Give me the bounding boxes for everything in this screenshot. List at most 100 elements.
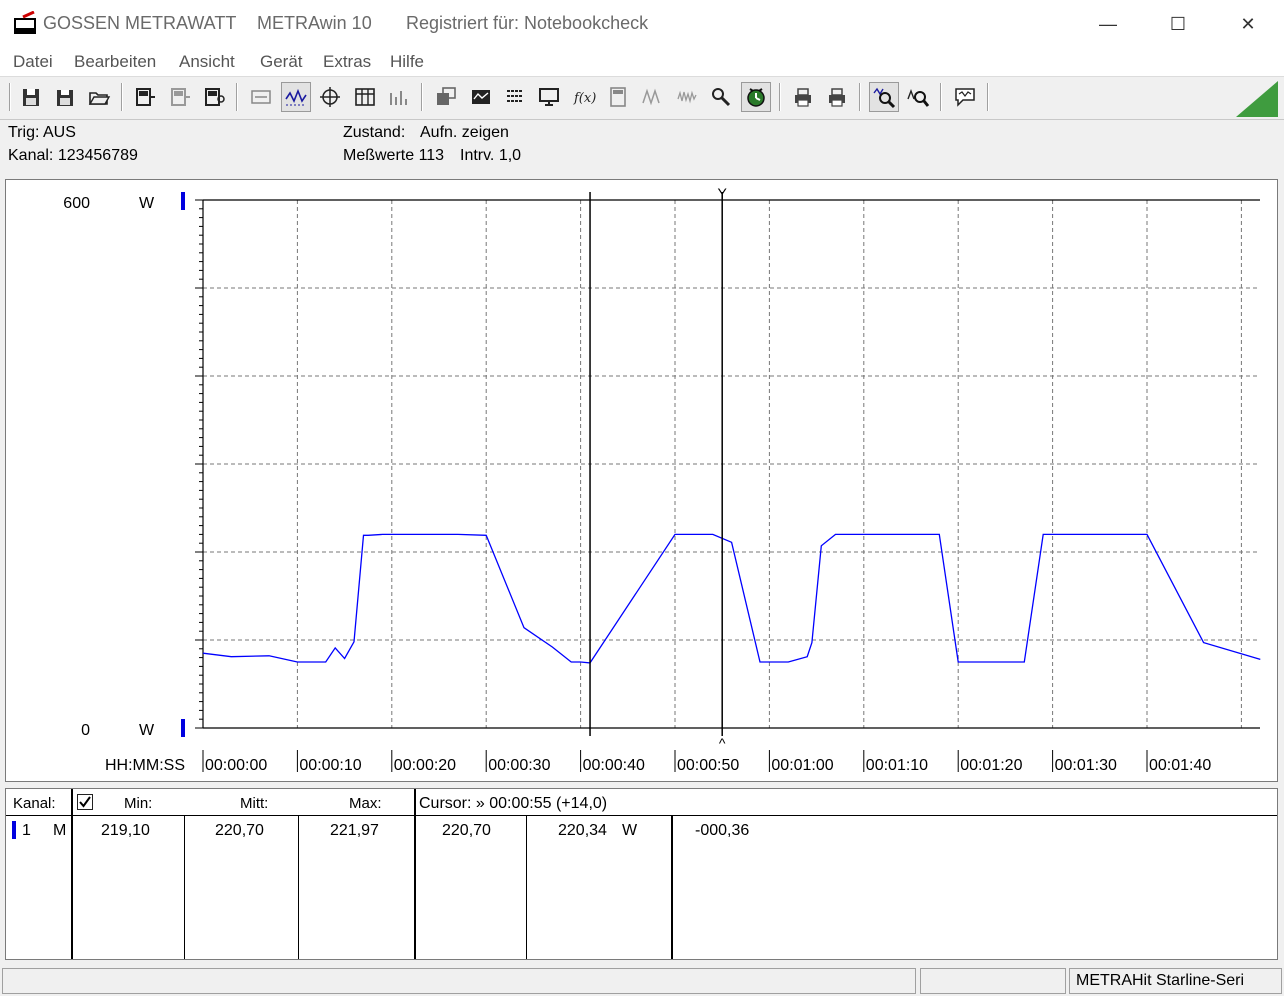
y-axis-max-label: 600 — [63, 195, 90, 212]
zoom-waveform-icon[interactable] — [869, 82, 899, 112]
toolbar-separator — [987, 83, 989, 111]
y-axis-top-marker — [181, 192, 185, 210]
channel-list: Kanal: 123456789 — [8, 147, 138, 164]
x-tick-label: 00:01:40 — [1149, 757, 1211, 774]
power-chart[interactable]: 600 0 W W HH:MM:SS 00:00:00 00:00:10 00:00… — [6, 180, 1277, 781]
min-value: 219,10 — [101, 822, 150, 839]
table-divider — [414, 789, 416, 959]
time-format-label: HH:MM:SS — [105, 757, 185, 774]
toolbar-separator — [421, 83, 423, 111]
printer-icon[interactable] — [822, 82, 852, 112]
device-config-icon[interactable] — [199, 82, 229, 112]
cursor1-value: 220,70 — [442, 822, 491, 839]
bar-view-icon[interactable] — [384, 82, 414, 112]
x-tick-label: 00:01:00 — [771, 757, 833, 774]
menu-ansicht[interactable]: Ansicht — [179, 52, 235, 72]
trigger-status: Trig: AUS — [8, 124, 76, 141]
app-title: METRAwin 10 — [257, 13, 372, 33]
brand-title: GOSSEN METRAWATT — [43, 13, 237, 33]
max-value: 221,97 — [330, 822, 379, 839]
chart-panel[interactable]: 600 0 W W HH:MM:SS 00:00:00 00:00:10 00:00… — [5, 179, 1278, 782]
toolbar: f(x) — [0, 77, 1284, 120]
cursor-marker-bottom: ^ — [719, 735, 726, 751]
save-as-disk-icon[interactable] — [50, 82, 80, 112]
cursor-marker-top: Y — [718, 185, 728, 201]
mitt-header: Mitt: — [240, 795, 269, 812]
monitor-icon[interactable] — [534, 82, 564, 112]
toolbar-separator — [9, 83, 11, 111]
x-tick-label: 00:01:20 — [960, 757, 1022, 774]
maximize-button[interactable]: ☐ — [1143, 0, 1213, 48]
crosshair-cursor-icon[interactable] — [315, 82, 345, 112]
menu-bar: Datei Bearbeiten Ansicht Gerät Extras Hi… — [0, 48, 1284, 77]
cursor2-value: 220,34 — [558, 822, 607, 839]
multi-window-icon[interactable] — [431, 82, 461, 112]
zoom-search-icon[interactable] — [903, 82, 933, 112]
menu-bearbeiten[interactable]: Bearbeiten — [74, 52, 156, 72]
open-folder-icon[interactable] — [84, 82, 114, 112]
comment-icon[interactable] — [950, 82, 980, 112]
title-bar: GOSSEN METRAWATT METRAwin 10 Registriert… — [0, 0, 1284, 48]
cursor-header: Cursor: » 00:00:55 (+14,0) — [419, 795, 608, 812]
y-axis-unit-bottom: W — [139, 722, 155, 739]
app-logo-icon — [14, 11, 36, 34]
toolbar-separator — [779, 83, 781, 111]
table-view-icon[interactable] — [350, 82, 380, 112]
svg-text:f(x): f(x) — [573, 91, 596, 106]
list-export-icon[interactable] — [500, 82, 530, 112]
status-pane-middle — [920, 968, 1066, 994]
x-tick-label: 00:00:00 — [205, 757, 267, 774]
waveform-view-icon[interactable] — [281, 82, 311, 112]
table-divider — [71, 789, 73, 959]
record-clock-icon[interactable] — [741, 82, 771, 112]
cursor-unit: W — [622, 822, 638, 839]
calculator-icon[interactable] — [603, 82, 633, 112]
device-read-icon[interactable] — [130, 82, 160, 112]
close-button[interactable]: ✕ — [1213, 0, 1283, 48]
x-tick-label: 00:00:20 — [394, 757, 456, 774]
menu-geraet[interactable]: Gerät — [260, 52, 303, 72]
channel-header: Kanal: — [13, 795, 56, 812]
signal-strength-triangle-icon — [1236, 81, 1278, 117]
digital-display-icon[interactable] — [246, 82, 276, 112]
menu-datei[interactable]: Datei — [13, 52, 53, 72]
max-header: Max: — [349, 795, 382, 812]
channel-color-marker — [12, 821, 16, 839]
table-divider — [184, 816, 185, 959]
device-send-icon[interactable] — [165, 82, 195, 112]
state-value: Aufn. zeigen — [420, 124, 509, 141]
y-axis-bottom-marker — [181, 719, 185, 737]
y-axis-unit-top: W — [139, 195, 155, 212]
channel-number: 1 — [22, 822, 31, 839]
sample-count: Meßwerte 113 — [343, 147, 445, 164]
tools-icon[interactable] — [706, 82, 736, 112]
min-header: Min: — [124, 795, 153, 812]
interval: Intrv. 1,0 — [460, 147, 522, 164]
channel-mode: M — [53, 822, 67, 839]
cursor-delta: -000,36 — [695, 822, 750, 839]
signal-icon[interactable] — [637, 82, 667, 112]
scope-window-icon[interactable] — [466, 82, 496, 112]
measurement-table: Kanal: Min: Mitt: Max: Cursor: » 00:00:5… — [5, 788, 1278, 960]
y-axis-min-label: 0 — [81, 722, 90, 739]
x-tick-label: 00:00:30 — [488, 757, 550, 774]
menu-hilfe[interactable]: Hilfe — [390, 52, 424, 72]
toolbar-separator — [859, 83, 861, 111]
table-header-divider — [6, 815, 1277, 816]
device-status: METRAHit Starline-Seri — [1069, 968, 1282, 994]
x-tick-label: 00:01:30 — [1055, 757, 1117, 774]
state-label: Zustand: — [343, 124, 406, 141]
menu-extras[interactable]: Extras — [323, 52, 371, 72]
toolbar-separator — [121, 83, 123, 111]
status-bar: METRAHit Starline-Seri — [0, 966, 1284, 996]
toolbar-separator — [236, 83, 238, 111]
minimize-button[interactable]: — — [1073, 0, 1143, 48]
save-disk-icon[interactable] — [16, 82, 46, 112]
mitt-value: 220,70 — [215, 822, 264, 839]
x-tick-label: 00:00:50 — [677, 757, 739, 774]
channel-checkbox[interactable] — [77, 794, 93, 810]
formula-icon[interactable]: f(x) — [569, 82, 599, 112]
noise-icon[interactable] — [672, 82, 702, 112]
series-line — [202, 533, 1261, 664]
print-preview-icon[interactable] — [788, 82, 818, 112]
